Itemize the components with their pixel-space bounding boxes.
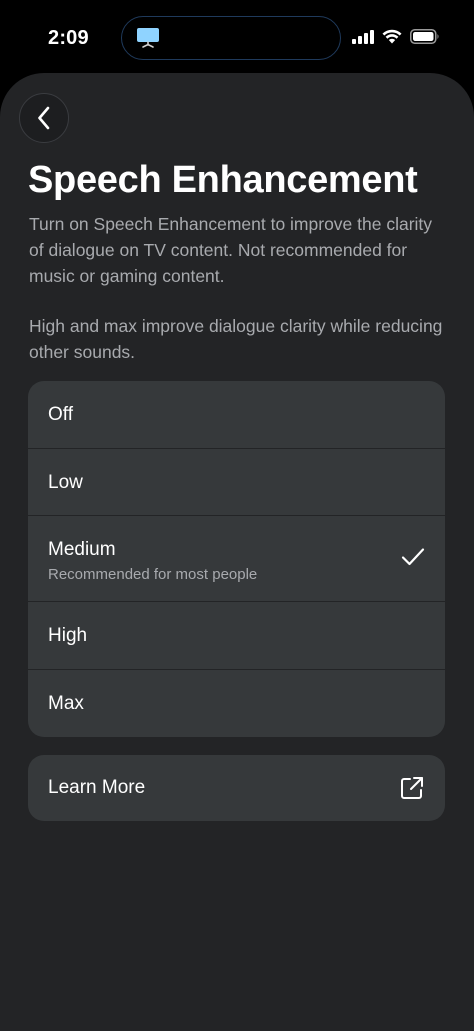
learn-more-label: Learn More [48,777,146,798]
learn-more-button[interactable]: Learn More [28,755,445,821]
back-button[interactable] [19,93,69,143]
external-link-icon [401,777,423,799]
option-high[interactable]: High [28,602,445,670]
status-time: 2:09 [48,27,89,49]
checkmark-icon [401,548,425,566]
battery-icon [410,29,439,44]
status-bar: 2:09 [0,0,474,76]
speech-level-options: Off Low Medium Recommended for most peop… [28,381,445,737]
dynamic-island [121,16,341,60]
option-low[interactable]: Low [28,449,445,516]
option-sublabel: Recommended for most people [48,566,258,583]
cellular-signal-icon [352,29,374,44]
option-label: Off [48,404,73,425]
wifi-icon [382,29,402,44]
status-icons [352,29,440,44]
chevron-left-icon [38,106,50,130]
option-off[interactable]: Off [28,381,445,449]
option-label: High [48,625,88,646]
page-title: Speech Enhancement [28,159,418,201]
option-label: Max [48,692,84,714]
tv-icon [137,28,159,48]
description-text: Turn on Speech Enhancement to improve th… [29,214,433,286]
option-max[interactable]: Max [28,670,445,738]
option-label: Medium [48,539,116,560]
option-label: Low [48,471,83,493]
option-medium[interactable]: Medium Recommended for most people [28,516,445,602]
speech-enhancement-sheet: Speech Enhancement Turn on Speech Enhanc… [0,73,474,1031]
description-secondary-text: High and max improve dialogue clarity wh… [29,316,443,362]
